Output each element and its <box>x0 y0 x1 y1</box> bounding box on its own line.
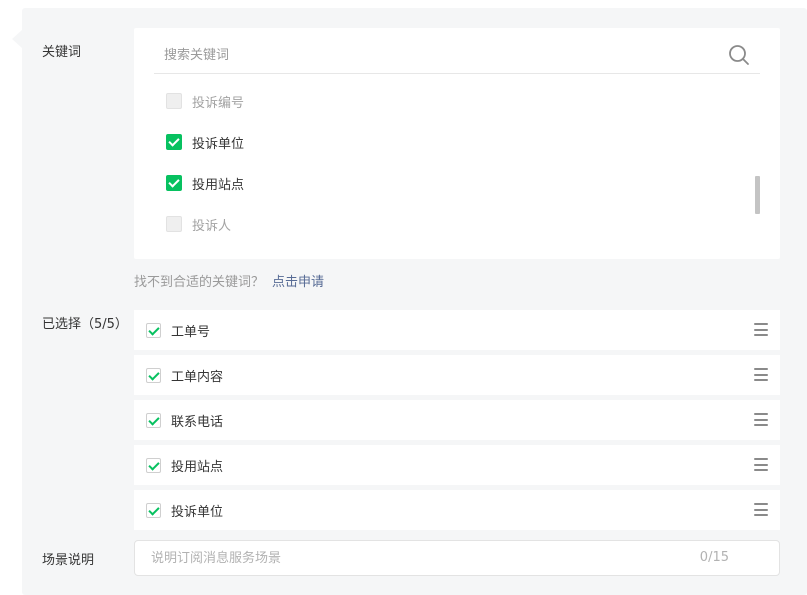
selected-item-label: 投用站点 <box>171 459 224 475</box>
keyword-option-label: 投诉人 <box>192 218 232 234</box>
selected-label: 已选择（5/5） <box>42 317 128 332</box>
keyword-option[interactable]: 投诉人 <box>166 214 231 234</box>
drag-handle-icon[interactable] <box>754 503 768 516</box>
drag-handle-icon[interactable] <box>754 413 768 426</box>
search-icon[interactable] <box>728 44 750 66</box>
scrollbar-thumb[interactable] <box>755 176 760 214</box>
keyword-hint: 找不到合适的关键词？ 点击申请 <box>134 271 324 290</box>
selected-item-label: 联系电话 <box>171 414 224 430</box>
selected-checkbox[interactable] <box>146 502 161 518</box>
drag-handle-icon[interactable] <box>754 323 768 336</box>
scene-description-input[interactable] <box>151 541 671 575</box>
checkbox-disabled <box>166 216 182 232</box>
keyword-option-label: 投用站点 <box>192 177 245 193</box>
selected-item[interactable]: 联系电话 <box>134 400 780 440</box>
selected-item[interactable]: 投用站点 <box>134 445 780 485</box>
drag-handle-icon[interactable] <box>754 368 768 381</box>
selected-checkbox[interactable] <box>146 412 161 428</box>
search-bar <box>154 38 760 74</box>
keyword-option-label: 投诉编号 <box>192 95 245 111</box>
keyword-label: 关键词 <box>42 45 82 60</box>
hint-text: 找不到合适的关键词？ <box>134 275 265 290</box>
selected-item-label: 投诉单位 <box>171 504 224 520</box>
checkbox-checked[interactable] <box>166 134 182 150</box>
drag-handle-icon[interactable] <box>754 458 768 471</box>
keyword-selector: 投诉编号 投诉单位 投用站点 投诉人 <box>134 28 780 259</box>
keyword-option-label: 投诉单位 <box>192 136 245 152</box>
selected-item-label: 工单内容 <box>171 369 224 385</box>
checkbox-checked[interactable] <box>166 175 182 191</box>
checkbox-disabled <box>166 93 182 109</box>
panel-pointer-arrow <box>12 30 22 48</box>
scene-field: 0/15 <box>134 540 780 576</box>
keyword-option[interactable]: 投诉编号 <box>166 91 244 111</box>
selected-item[interactable]: 工单内容 <box>134 355 780 395</box>
selected-item[interactable]: 工单号 <box>134 310 780 350</box>
selected-item-label: 工单号 <box>171 324 211 340</box>
apply-keyword-link[interactable]: 点击申请 <box>272 275 324 290</box>
scene-label: 场景说明 <box>42 553 95 568</box>
selected-checkbox[interactable] <box>146 367 161 383</box>
selected-item[interactable]: 投诉单位 <box>134 490 780 530</box>
keyword-option[interactable]: 投用站点 <box>166 173 244 193</box>
selected-checkbox[interactable] <box>146 457 161 473</box>
keyword-option[interactable]: 投诉单位 <box>166 132 244 152</box>
selected-checkbox[interactable] <box>146 322 161 338</box>
search-input[interactable] <box>164 38 704 72</box>
char-counter: 0/15 <box>699 550 729 565</box>
